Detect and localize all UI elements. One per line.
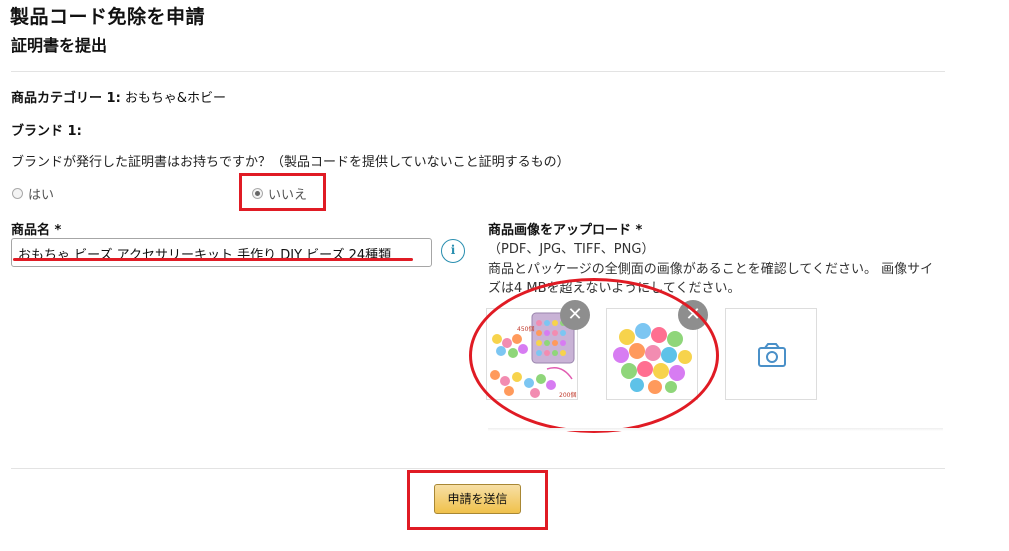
upload-section-shadow xyxy=(488,428,943,431)
brand-row: ブランド 1: xyxy=(11,120,82,139)
page-subtitle: 証明書を提出 xyxy=(11,36,108,55)
highlight-submit xyxy=(407,470,548,530)
page-title: 製品コード免除を申請 xyxy=(10,6,206,28)
radio-yes-label: はい xyxy=(28,188,55,203)
divider-bottom xyxy=(11,468,945,469)
highlight-images-ellipse xyxy=(469,278,719,433)
category-value: おもちゃ&ホビー xyxy=(124,91,227,106)
underline-annotation xyxy=(13,258,413,261)
divider-top xyxy=(11,71,945,72)
radio-yes[interactable]: はい xyxy=(12,184,54,203)
category-label: 商品カテゴリー 1: xyxy=(11,91,121,106)
upload-formats: （PDF、JPG、TIFF、PNG） xyxy=(488,242,655,257)
product-name-input[interactable]: おもちゃ ビーズ アクセサリーキット 手作り DIY ビーズ 24種類 xyxy=(11,238,432,267)
product-name-label: 商品名 * xyxy=(11,223,62,238)
category-row: 商品カテゴリー 1: おもちゃ&ホビー xyxy=(11,87,226,106)
add-image-slot[interactable] xyxy=(725,308,817,400)
brand-label: ブランド 1: xyxy=(11,124,82,139)
upload-label: 商品画像をアップロード * xyxy=(488,223,643,238)
camera-icon[interactable] xyxy=(726,309,816,399)
highlight-no-option xyxy=(239,173,326,211)
certificate-question: ブランドが発行した証明書はお持ちですか？（製品コードを提供していないこと証明する… xyxy=(11,155,570,170)
radio-yes-circle[interactable] xyxy=(12,188,23,199)
upload-description-1: 商品とパッケージの全側面の画像があることを確認してください。 画像サイ xyxy=(488,262,934,277)
info-icon[interactable]: i xyxy=(441,239,465,263)
